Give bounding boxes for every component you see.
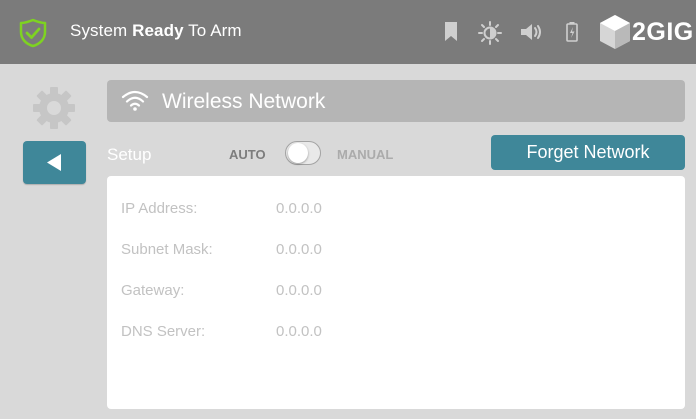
status-suffix: To Arm (183, 21, 242, 40)
subnet-mask-label: Subnet Mask: (121, 241, 213, 258)
ip-address-row: IP Address: 0.0.0.0 (121, 200, 661, 220)
gateway-value: 0.0.0.0 (276, 282, 322, 299)
wifi-icon (121, 90, 149, 111)
subnet-mask-row: Subnet Mask: 0.0.0.0 (121, 241, 661, 261)
bookmark-icon[interactable] (444, 22, 458, 42)
manual-mode-label: MANUAL (337, 147, 394, 162)
brand-name: 2GIG (632, 18, 694, 46)
brand-logo-icon (600, 15, 630, 49)
auto-mode-label: AUTO (229, 147, 266, 162)
back-button[interactable] (23, 141, 86, 184)
toggle-knob (288, 143, 308, 163)
dns-server-row: DNS Server: 0.0.0.0 (121, 323, 661, 343)
battery-icon (566, 22, 578, 42)
auto-manual-toggle[interactable] (285, 141, 321, 165)
setup-label: Setup (107, 145, 152, 164)
dns-server-value: 0.0.0.0 (276, 323, 322, 340)
volume-icon[interactable] (520, 23, 544, 41)
shield-check-icon (19, 18, 47, 48)
brightness-icon[interactable] (478, 21, 502, 45)
ip-address-value: 0.0.0.0 (276, 200, 322, 217)
page-title: Wireless Network (162, 90, 326, 113)
page-header: Wireless Network (107, 80, 685, 122)
status-bold: Ready (132, 21, 184, 40)
subnet-mask-value: 0.0.0.0 (276, 241, 322, 258)
gateway-row: Gateway: 0.0.0.0 (121, 282, 661, 302)
back-arrow-icon (47, 154, 61, 171)
top-status-bar: System Ready To Arm 2GIG (0, 0, 696, 64)
dns-server-label: DNS Server: (121, 323, 206, 340)
forget-network-button[interactable]: Forget Network (491, 135, 685, 170)
status-prefix: System (70, 21, 133, 40)
gateway-label: Gateway: (121, 282, 185, 299)
network-info-panel: IP Address: 0.0.0.0 Subnet Mask: 0.0.0.0… (107, 176, 685, 409)
system-status-text: System Ready To Arm (70, 21, 242, 41)
settings-gear-icon[interactable] (30, 84, 78, 132)
ip-address-label: IP Address: (121, 200, 198, 217)
